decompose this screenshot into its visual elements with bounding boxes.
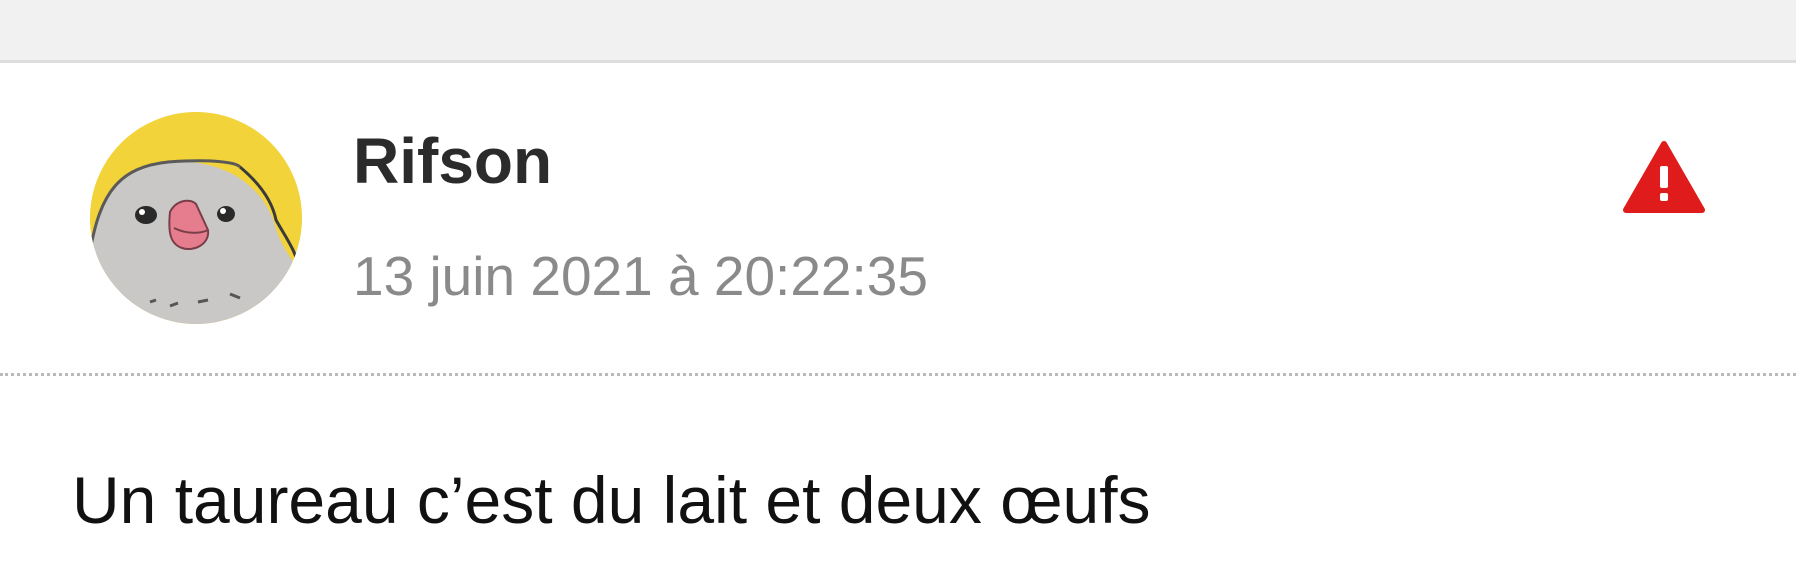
forum-page: Rifson 13 juin 2021 à 20:22:35 Un taurea… — [0, 0, 1796, 572]
warning-triangle-icon — [1623, 141, 1705, 213]
avatar[interactable] — [90, 112, 302, 324]
post-message: Un taureau c’est du lait et deux œufs — [72, 463, 1151, 537]
report-button[interactable] — [1622, 140, 1706, 216]
forum-post: Rifson 13 juin 2021 à 20:22:35 Un taurea… — [0, 63, 1796, 572]
post-timestamp: 13 juin 2021 à 20:22:35 — [353, 245, 928, 307]
top-bar — [0, 0, 1796, 63]
bird-avatar-icon — [90, 112, 302, 324]
author-name[interactable]: Rifson — [353, 129, 552, 193]
divider — [0, 373, 1796, 376]
